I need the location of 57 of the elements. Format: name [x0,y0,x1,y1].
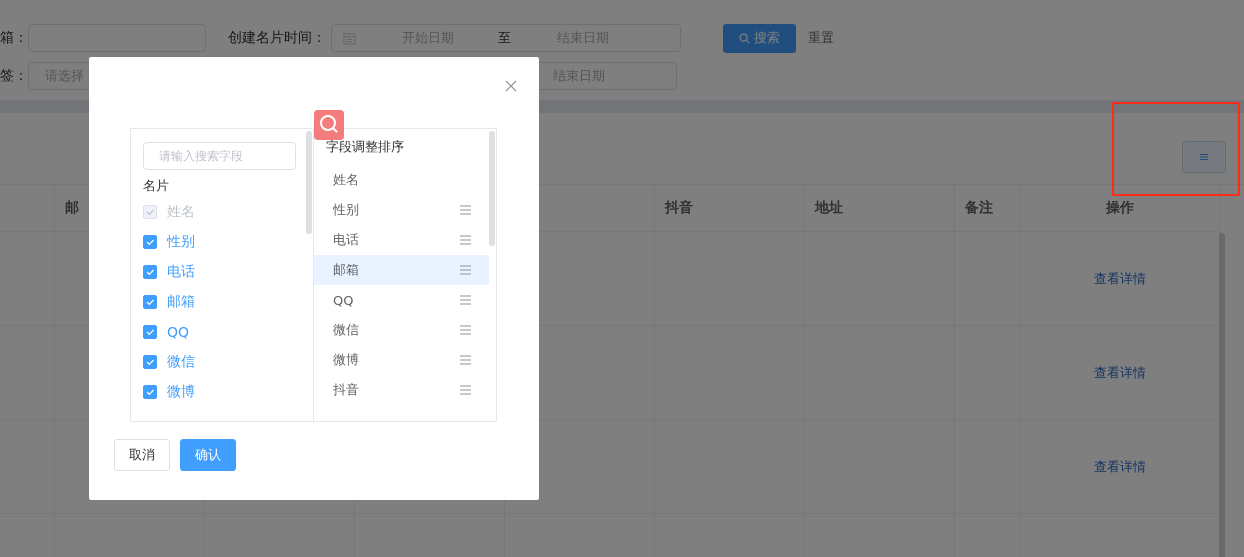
filter-label: 创建名片时间： [228,29,326,47]
field-label: 姓名 [167,203,195,221]
search-icon [314,110,344,140]
check-icon [146,239,154,245]
column-header: 操作 [1020,185,1220,232]
sort-title: 字段调整排序 [326,138,405,156]
scrollbar[interactable] [306,131,312,234]
search-icon [739,32,750,44]
sort-item[interactable]: 姓名 [314,165,489,195]
field-label: 邮箱 [167,293,195,311]
check-icon [146,269,154,275]
drag-handle-icon[interactable] [460,205,471,215]
filter-label: 签： [0,67,28,85]
checkbox[interactable] [143,235,157,249]
column-header: 地址 [805,185,955,232]
checkbox[interactable] [143,385,157,399]
scrollbar[interactable] [489,131,495,246]
drag-handle-icon[interactable] [460,325,471,335]
sort-item[interactable]: 微信 [314,315,489,345]
sort-item[interactable]: 邮箱 [314,255,489,285]
check-icon [146,299,154,305]
sort-item[interactable]: 微博 [314,345,489,375]
checkbox[interactable] [143,265,157,279]
sort-item[interactable]: 性别 [314,195,489,225]
check-icon [146,389,154,395]
reset-link[interactable]: 重置 [808,29,834,47]
view-details-link[interactable]: 查看详情 [1093,363,1146,382]
checkbox[interactable] [143,325,157,339]
calendar-icon [343,31,356,45]
field-label: 电话 [167,263,195,281]
field-label: 微博 [167,383,195,401]
check-icon [146,359,154,365]
field-label: 微信 [167,353,195,371]
drag-handle-icon[interactable] [460,235,471,245]
column-header: 备注 [955,185,1020,232]
sort-item[interactable]: 抖音 [314,375,489,405]
sort-item[interactable]: 电话 [314,225,489,255]
scrollbar[interactable] [1219,233,1225,557]
filter-label: 箱： [0,29,28,47]
column-header: 抖音 [655,185,805,232]
drag-handle-icon[interactable] [460,295,471,305]
view-details-link[interactable]: 查看详情 [1093,457,1146,476]
cancel-button[interactable]: 取消 [114,439,170,471]
drag-handle-icon[interactable] [460,385,471,395]
check-icon [146,329,154,335]
drag-handle-icon[interactable] [460,265,471,275]
checkbox[interactable] [143,295,157,309]
field-label: 性别 [167,233,195,251]
field-label: QQ [167,324,190,340]
sort-item[interactable]: QQ [314,285,489,315]
checkbox[interactable] [143,355,157,369]
close-icon[interactable] [505,80,517,92]
list-icon [1200,153,1208,161]
view-details-link[interactable]: 查看详情 [1093,269,1146,288]
check-icon [146,209,154,215]
drag-handle-icon[interactable] [460,355,471,365]
column-settings-button[interactable] [1182,141,1226,173]
